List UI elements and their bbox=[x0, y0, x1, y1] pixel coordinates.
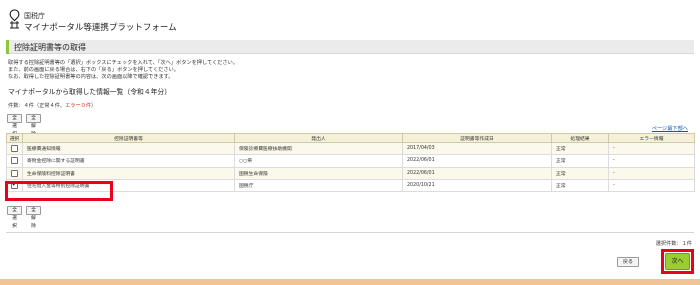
description-line-3: なお、取得した控除証明書等の内容は、次の画面以降で確認できます。 bbox=[8, 74, 174, 80]
back-button[interactable]: 戻る bbox=[617, 257, 639, 267]
error-info: - bbox=[608, 178, 695, 193]
error-info: - bbox=[608, 154, 695, 168]
select-all-button-top[interactable]: 全選択 bbox=[7, 114, 22, 137]
table-row: ✔ 住宅借入金等特別控除証明書 国税庁 2020/10/21 正常 - bbox=[6, 178, 695, 193]
issuer: 国税生命保険 bbox=[234, 166, 403, 180]
count-prefix: 件数：４件（正常４件、 bbox=[8, 103, 66, 109]
col-header-result: 処理結果 bbox=[551, 133, 609, 143]
footer-bar bbox=[0, 279, 700, 285]
select-cell bbox=[6, 141, 23, 156]
col-header-select: 選択 bbox=[6, 133, 23, 143]
row-checkbox[interactable] bbox=[11, 145, 18, 153]
service-name: マイナポータル等連携プラットフォーム bbox=[24, 23, 177, 33]
issuer: 保険診療費医療扶助機関 bbox=[234, 141, 403, 156]
certificate-table: 選択 控除証明書等 発出人 証明書等作成日 処理結果 エラー情報 医療費通知情報… bbox=[6, 133, 695, 193]
error-info: - bbox=[608, 166, 695, 180]
issuer: ○○県 bbox=[234, 154, 403, 168]
created-date: 2020/10/21 bbox=[402, 178, 552, 193]
table-row: 寄附金控除に関する証明書 ○○県 2022/06/01 正常 - bbox=[6, 154, 695, 168]
check-icon: ✔ bbox=[12, 181, 18, 189]
select-cell bbox=[6, 166, 23, 180]
record-count: 件数：４件（正常４件、エラー０件） bbox=[8, 102, 96, 109]
certificate-name: 生命保険料控除証明書 bbox=[22, 166, 235, 180]
table-row: 生命保険料控除証明書 国税生命保険 2022/06/01 正常 - bbox=[6, 166, 695, 180]
nta-logo-icon bbox=[9, 9, 20, 29]
process-result: 正常 bbox=[551, 141, 609, 156]
selected-count: 選択件数：１件 bbox=[655, 241, 692, 247]
created-date: 2022/06/01 bbox=[402, 166, 552, 180]
description-line-2: また、前の画面に戻る場合は、右下の「戻る」ボタンを押してください。 bbox=[8, 67, 179, 73]
page-title-bar: 控除証明書等の取得 bbox=[6, 40, 694, 54]
deselect-all-button-top[interactable]: 全解除 bbox=[26, 114, 41, 137]
created-date: 2022/06/01 bbox=[402, 154, 552, 168]
deselect-all-button-bottom[interactable]: 全解除 bbox=[26, 206, 41, 229]
org-name: 国税庁 bbox=[24, 12, 45, 20]
row-checkbox-checked[interactable]: ✔ bbox=[11, 181, 18, 190]
next-button[interactable]: 次へ bbox=[665, 253, 690, 270]
count-suffix: ） bbox=[91, 103, 97, 109]
table-header-row: 選択 控除証明書等 発出人 証明書等作成日 処理結果 エラー情報 bbox=[6, 133, 695, 143]
count-error: エラー０件 bbox=[65, 103, 92, 109]
created-date: 2017/04/03 bbox=[402, 141, 552, 156]
select-cell bbox=[6, 154, 23, 168]
title-accent-bar bbox=[6, 40, 9, 54]
process-result: 正常 bbox=[551, 178, 609, 193]
error-info: - bbox=[608, 141, 695, 156]
row-checkbox[interactable] bbox=[11, 157, 18, 165]
list-heading: マイナポータルから取得した情報一覧（令和４年分） bbox=[8, 88, 171, 96]
row-checkbox[interactable] bbox=[11, 169, 18, 177]
certificate-name: 住宅借入金等特別控除証明書 bbox=[22, 178, 235, 193]
col-header-issuer: 発出人 bbox=[234, 133, 403, 143]
col-header-certificate: 控除証明書等 bbox=[22, 133, 235, 143]
process-result: 正常 bbox=[551, 166, 609, 180]
certificate-name: 寄附金控除に関する証明書 bbox=[22, 154, 235, 168]
page-title: 控除証明書等の取得 bbox=[14, 43, 86, 52]
page-bottom-link[interactable]: ページ最下部へ bbox=[652, 125, 688, 132]
issuer: 国税庁 bbox=[234, 178, 403, 193]
col-header-error: エラー情報 bbox=[608, 133, 695, 143]
select-all-button-bottom[interactable]: 全選択 bbox=[7, 206, 22, 229]
table-row: 医療費通知情報 保険診療費医療扶助機関 2017/04/03 正常 - bbox=[6, 141, 695, 156]
section-divider bbox=[6, 232, 694, 233]
app-header: 国税庁 マイナポータル等連携プラットフォーム bbox=[0, 0, 700, 36]
description-line-1: 取得する控除証明書等の「選択」ボックスにチェックを入れて、「次へ」ボタンを押して… bbox=[8, 60, 238, 66]
certificate-name: 医療費通知情報 bbox=[22, 141, 235, 156]
process-result: 正常 bbox=[551, 154, 609, 168]
select-cell: ✔ bbox=[6, 178, 23, 193]
col-header-date: 証明書等作成日 bbox=[402, 133, 552, 143]
